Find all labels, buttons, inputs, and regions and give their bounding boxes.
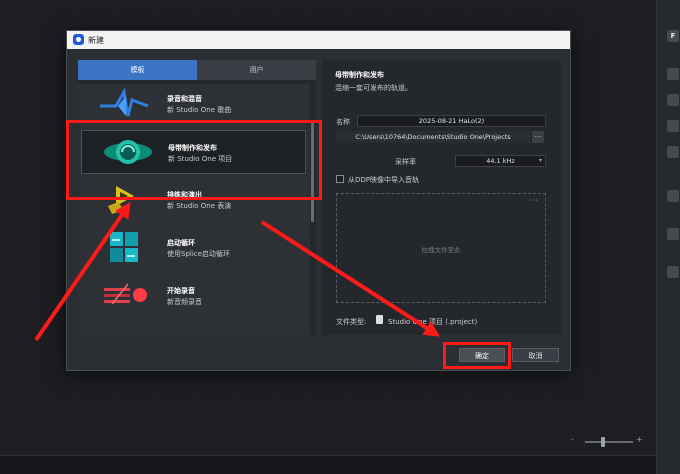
zoom-out-icon[interactable]: - bbox=[571, 435, 574, 444]
ddp-import-checkbox[interactable] bbox=[336, 175, 344, 183]
instruments-icon[interactable] bbox=[667, 68, 679, 80]
annotation-highlight-template bbox=[66, 120, 322, 200]
chevron-down-icon: ▾ bbox=[538, 157, 542, 164]
template-item-title: 启动循环 bbox=[167, 239, 195, 247]
details-title: 母带制作和发布 bbox=[335, 71, 384, 79]
browse-button[interactable]: ... bbox=[532, 131, 544, 143]
samplerate-value: 44.1 kHz bbox=[486, 157, 515, 165]
filetype-label: 文件类型: bbox=[336, 318, 367, 326]
effects-icon[interactable] bbox=[667, 94, 679, 106]
horizontal-scroll-strip[interactable] bbox=[0, 455, 656, 474]
right-browser-panel: F bbox=[656, 0, 680, 474]
ddp-import-label: 从DDP映像中导入音轨 bbox=[348, 176, 420, 184]
record-icon bbox=[104, 283, 147, 305]
new-document-dialog: 新建 模板 用户 录音和混音 新 Studio One 歌曲 母带制作和发布 新… bbox=[66, 30, 571, 371]
template-item-subtitle: 新 Studio One 歌曲 bbox=[167, 106, 232, 114]
details-description: 混缩一套可发布的轨道。 bbox=[335, 84, 412, 92]
cancel-button[interactable]: 取消 bbox=[512, 348, 559, 362]
zoom-slider[interactable] bbox=[585, 441, 633, 443]
pool-icon[interactable] bbox=[667, 266, 679, 278]
zoom-slider-handle[interactable] bbox=[601, 437, 605, 447]
samplerate-label: 采样率 bbox=[395, 158, 416, 166]
cloud-icon[interactable] bbox=[667, 190, 679, 202]
dialog-title: 新建 bbox=[88, 36, 104, 45]
template-item-start-loop[interactable]: 启动循环 使用Splice启动循环 bbox=[78, 226, 310, 270]
more-options-icon[interactable]: ··· bbox=[528, 196, 539, 205]
template-item-subtitle: 新 Studio One 表演 bbox=[167, 202, 232, 210]
template-details-pane: 母带制作和发布 混缩一套可发布的轨道。 名称 2025-08-21 HaLo(2… bbox=[322, 60, 561, 335]
path-field: C:\Users\10764\Documents\Studio One\Proj… bbox=[336, 131, 530, 143]
template-item-subtitle: 新音频录音 bbox=[167, 298, 202, 306]
browser-toggle-button[interactable]: F bbox=[667, 30, 679, 42]
mixer-waveform-icon bbox=[100, 87, 149, 117]
template-item-subtitle: 使用Splice启动循环 bbox=[167, 250, 230, 258]
drop-zone-hint: 拉拽文件至此 bbox=[421, 246, 461, 254]
template-item-title: 录音和混音 bbox=[167, 95, 202, 103]
annotation-highlight-ok bbox=[443, 342, 511, 369]
template-item-title: 开始录音 bbox=[167, 287, 195, 295]
tab-templates[interactable]: 模板 bbox=[78, 60, 197, 80]
file-icon bbox=[376, 315, 383, 324]
samplerate-dropdown[interactable]: 44.1 kHz ▾ bbox=[455, 155, 546, 167]
loops-icon[interactable] bbox=[667, 120, 679, 132]
zoom-in-icon[interactable]: + bbox=[636, 435, 643, 444]
filetype-value: Studio One 项目 (.project) bbox=[388, 318, 478, 326]
shop-icon[interactable] bbox=[667, 228, 679, 240]
template-item-start-recording[interactable]: 开始录音 新音频录音 bbox=[78, 274, 310, 318]
tab-user[interactable]: 用户 bbox=[197, 60, 316, 80]
files-icon[interactable] bbox=[667, 146, 679, 158]
name-input[interactable]: 2025-08-21 HaLo(2) bbox=[357, 115, 546, 127]
name-label: 名称 bbox=[336, 118, 350, 126]
file-drop-zone[interactable]: ··· 拉拽文件至此 bbox=[336, 193, 546, 303]
dialog-title-bar: 新建 bbox=[67, 31, 570, 49]
studio-one-logo-icon bbox=[73, 34, 84, 45]
loop-grid-icon bbox=[110, 232, 138, 262]
